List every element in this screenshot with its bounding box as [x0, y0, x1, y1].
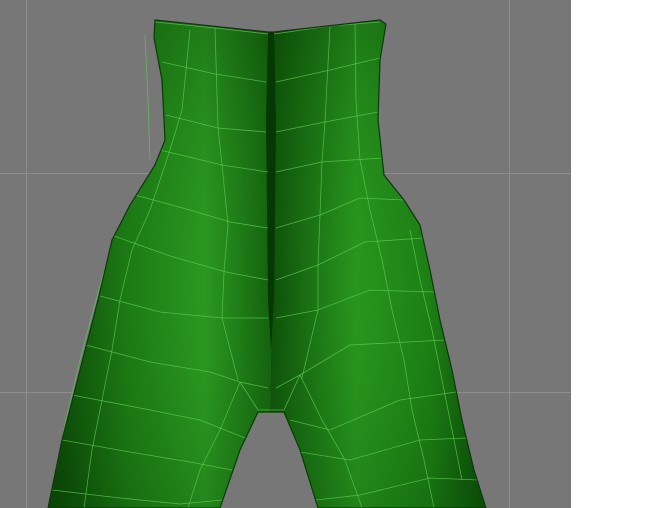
3d-viewport[interactable]: [0, 0, 571, 508]
side-panel: [571, 0, 651, 508]
app-window: [0, 0, 651, 508]
viewport-canvas[interactable]: [0, 0, 571, 508]
